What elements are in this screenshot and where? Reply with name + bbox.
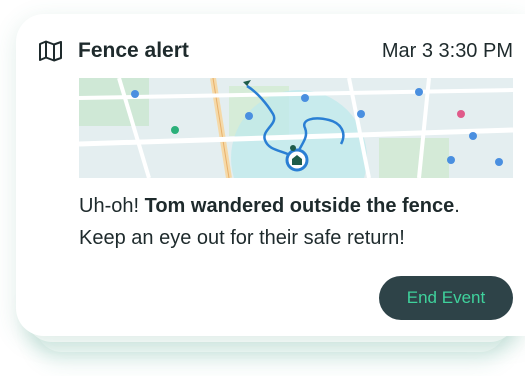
alert-header: Fence alert Mar 3 3:30 PM [38, 38, 513, 64]
end-event-button[interactable]: End Event [379, 276, 513, 320]
map-poi-marker [245, 112, 253, 120]
alert-message-line2: Keep an eye out for their safe return! [79, 227, 405, 249]
alert-message: Uh-oh! Tom wandered outside the fence. K… [79, 190, 519, 254]
map-poi-marker [415, 88, 423, 96]
map-icon [39, 40, 62, 62]
alert-title: Fence alert [78, 39, 189, 62]
map-poi-marker [301, 94, 309, 102]
map-poi-marker [447, 156, 455, 164]
location-map[interactable] [79, 78, 513, 178]
map-poi-marker [457, 110, 465, 118]
map-park-area [379, 138, 449, 178]
message-highlight: Tom wandered outside the fence [144, 195, 455, 217]
map-poi-marker [171, 126, 179, 134]
map-poi-marker [495, 158, 503, 166]
home-marker [290, 145, 296, 151]
map-canvas [79, 78, 513, 178]
map-park-area [79, 78, 149, 126]
message-prefix: Uh-oh! [79, 195, 145, 217]
alert-message-line1: Uh-oh! Tom wandered outside the fence. [79, 190, 519, 222]
map-poi-marker [469, 132, 477, 140]
map-poi-marker [357, 110, 365, 118]
alert-card-stack: Fence alert Mar 3 3:30 PM Uh-oh! Tom wan… [0, 0, 525, 376]
message-suffix: . [454, 195, 460, 217]
map-poi-marker [131, 90, 139, 98]
fence-alert-card[interactable]: Fence alert Mar 3 3:30 PM Uh-oh! Tom wan… [16, 14, 525, 336]
alert-timestamp: Mar 3 3:30 PM [381, 39, 513, 62]
